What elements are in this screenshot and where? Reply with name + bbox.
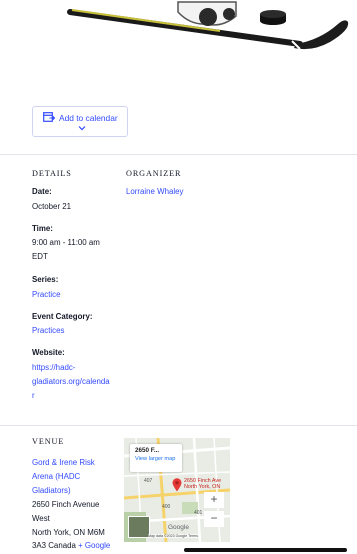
venue-address-line: North York, ON M6M: [32, 527, 105, 537]
venue-name-link[interactable]: Gord & Irene Risk Arena (HADC Gladiators…: [32, 456, 95, 497]
google-maps-link[interactable]: + Google: [78, 541, 110, 550]
event-category-label: Event Category:: [32, 312, 93, 321]
map-place-card: 2650 F... View larger map: [130, 444, 182, 472]
add-to-calendar-label: Add to calendar: [59, 113, 118, 123]
add-to-calendar-button[interactable]: Add to calendar: [32, 106, 128, 137]
series-label: Series:: [32, 275, 59, 284]
view-larger-map-link[interactable]: View larger map: [135, 456, 177, 462]
event-hero-image: [0, 0, 357, 60]
map-pin-label-line: North York, ON: [184, 484, 221, 490]
google-logo: Google: [168, 524, 189, 531]
organizer-link[interactable]: Lorraine Whaley: [126, 185, 183, 199]
map-pin-label: 2650 Finch Ave North York, ON: [184, 478, 221, 490]
venue-address-line: West: [32, 513, 50, 523]
website-link-line: https://hadc-: [32, 363, 76, 372]
date-label: Date:: [32, 187, 52, 196]
venue-name-line: Gord & Irene Risk: [32, 458, 95, 467]
venue-postal-country: 3A3 Canada: [32, 541, 76, 551]
venue-divider: [0, 425, 357, 426]
venue-address-line: 2650 Finch Avenue: [32, 500, 100, 509]
website-link-line: gladiators.org/calenda: [32, 376, 110, 386]
venue-map[interactable]: 407 400 401 2650 Finch Ave North York, O…: [124, 438, 230, 542]
map-pin-icon: [172, 478, 182, 492]
time-value: 9:00 am - 11:00 am EDT: [32, 236, 100, 264]
details-heading: DETAILS: [32, 169, 72, 178]
venue-name-line: Gladiators): [32, 485, 71, 495]
chevron-down-icon: [78, 126, 86, 131]
organizer-heading: ORGANIZER: [126, 169, 182, 178]
map-zoom-in-button[interactable]: +: [204, 492, 224, 508]
map-satellite-thumbnail[interactable]: [128, 516, 150, 538]
venue-heading: VENUE: [32, 437, 65, 446]
details-divider: [0, 154, 357, 155]
event-category-link[interactable]: Practices: [32, 324, 64, 338]
venue-address: 2650 Finch Avenue West North York, ON M6…: [32, 498, 110, 553]
venue-address-line: 3A3 Canada + Google: [32, 539, 110, 553]
website-label: Website:: [32, 348, 65, 357]
map-road-label: 401: [194, 510, 203, 516]
website-link[interactable]: https://hadc- gladiators.org/calenda r: [32, 361, 110, 402]
map-road-label: 400: [162, 504, 171, 510]
time-label: Time:: [32, 224, 53, 233]
date-value: October 21: [32, 202, 72, 211]
series-link[interactable]: Practice: [32, 288, 61, 302]
home-indicator: [184, 548, 347, 552]
website-link-line: r: [32, 390, 35, 400]
time-value-line: 9:00 am - 11:00 am: [32, 238, 100, 247]
calendar-export-icon: [43, 112, 55, 122]
time-value-line: EDT: [32, 251, 48, 261]
map-road-label: 407: [144, 478, 153, 484]
map-place-title: 2650 F...: [135, 447, 160, 454]
map-attribution: Map data ©2023 Google Terms: [148, 534, 198, 538]
map-zoom-out-button[interactable]: −: [204, 511, 224, 527]
venue-name-line: Arena (HADC: [32, 471, 81, 481]
